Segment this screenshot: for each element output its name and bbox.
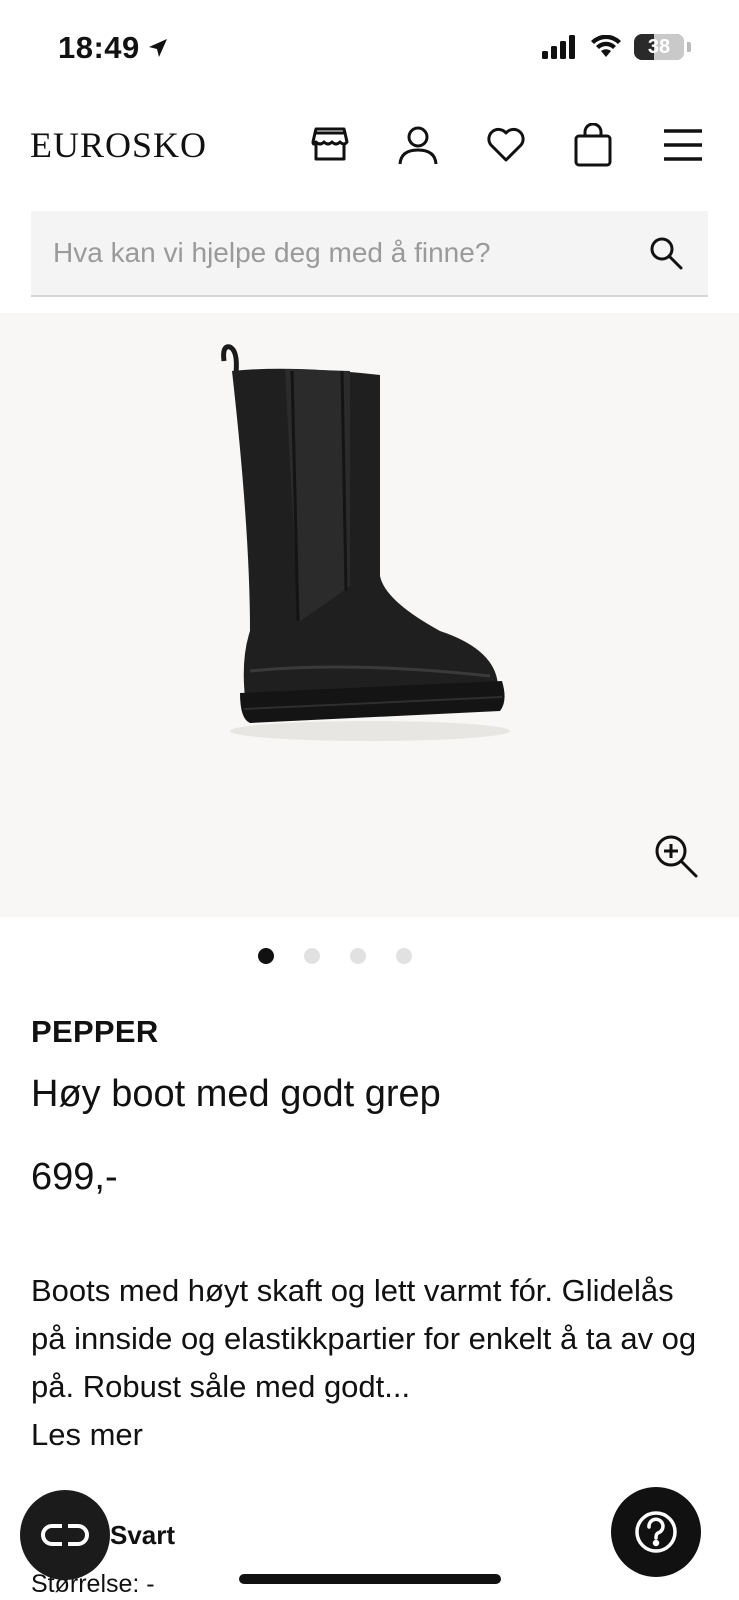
product-image-carousel[interactable] xyxy=(0,313,739,917)
search-input[interactable]: Hva kan vi hjelpe deg med å finne? xyxy=(31,211,708,297)
color-label: Svart xyxy=(110,1520,176,1550)
zoom-in-icon[interactable] xyxy=(653,833,699,879)
clock-text: 18:49 xyxy=(58,30,140,65)
home-indicator[interactable] xyxy=(239,1574,501,1584)
carousel-pagination xyxy=(0,948,739,964)
status-time: 18:49 xyxy=(58,30,170,66)
carousel-dot-2[interactable] xyxy=(303,948,320,964)
battery-icon: 38 xyxy=(634,34,684,60)
search-placeholder: Hva kan vi hjelpe deg med å finne? xyxy=(53,237,491,268)
product-name: Høy boot med godt grep xyxy=(31,1073,441,1115)
product-description: Boots med høyt skaft og lett varmt fór. … xyxy=(31,1267,711,1459)
site-header: EUROSKO xyxy=(0,110,739,180)
help-button[interactable] xyxy=(611,1487,701,1577)
read-more-link[interactable]: Les mer xyxy=(31,1411,711,1459)
store-icon[interactable] xyxy=(307,122,353,168)
product-boot-image xyxy=(221,344,510,741)
carousel-dot-3[interactable] xyxy=(349,948,366,964)
menu-icon[interactable] xyxy=(660,122,706,168)
accessibility-toggle-icon xyxy=(41,1524,89,1546)
wishlist-heart-icon[interactable] xyxy=(483,122,529,168)
search-icon[interactable] xyxy=(648,235,684,271)
help-question-icon xyxy=(635,1511,677,1553)
signal-icon xyxy=(542,35,575,59)
carousel-dot-1[interactable] xyxy=(257,948,274,964)
description-text: Boots med høyt skaft og lett varmt fór. … xyxy=(31,1273,697,1404)
product-brand[interactable]: PEPPER xyxy=(31,1014,159,1050)
status-indicators: 38 xyxy=(542,34,691,60)
location-arrow-icon xyxy=(148,39,167,57)
status-bar: 18:49 38 xyxy=(0,0,739,96)
wifi-icon xyxy=(591,35,621,57)
account-icon[interactable] xyxy=(395,122,441,168)
accessibility-button[interactable] xyxy=(20,1490,110,1580)
battery-percentage: 38 xyxy=(647,35,671,58)
carousel-dot-4[interactable] xyxy=(395,948,412,964)
eurosko-logo[interactable]: EUROSKO xyxy=(30,124,207,166)
product-price: 699,- xyxy=(31,1156,118,1198)
cart-bag-icon[interactable] xyxy=(570,122,616,168)
